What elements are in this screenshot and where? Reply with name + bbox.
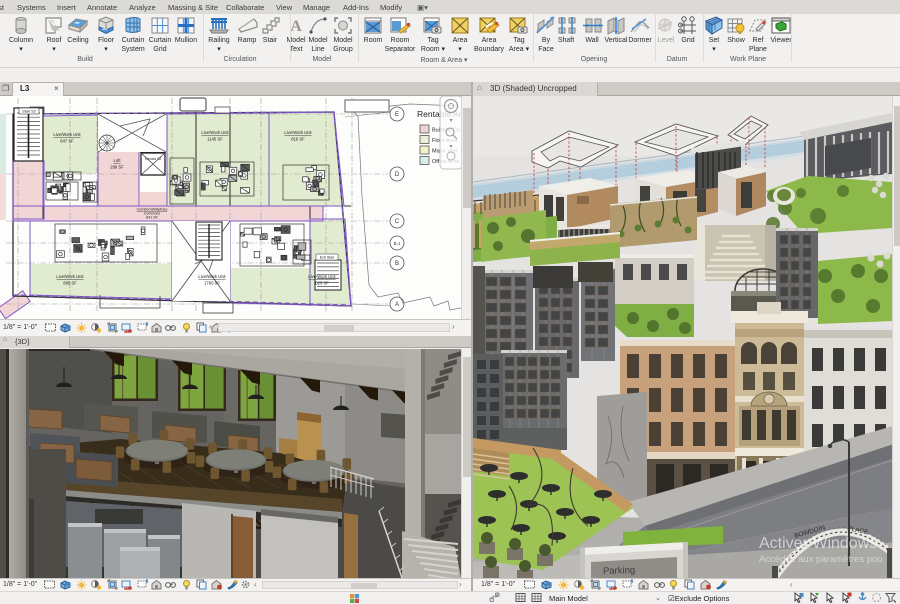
svg-text:C: C — [395, 219, 400, 225]
svg-text:Live/Work Unit: Live/Work Unit — [284, 130, 312, 135]
svg-text:Exit Stair: Exit Stair — [320, 256, 335, 260]
svg-text:816 SF: 816 SF — [291, 137, 305, 142]
svg-text:B: B — [395, 261, 399, 267]
svg-text:Loft: Loft — [114, 158, 122, 163]
svg-text:647 SF: 647 SF — [60, 139, 74, 144]
svg-text:Accédez aux paramètres pou: Accédez aux paramètres pou — [759, 554, 883, 565]
svg-text:Parking: Parking — [603, 565, 636, 577]
svg-text:1760 SF: 1760 SF — [204, 281, 220, 286]
svg-text:Live/Work Unit: Live/Work Unit — [198, 274, 226, 279]
svg-text:Live/Work Unit: Live/Work Unit — [308, 274, 336, 279]
svg-text:A: A — [395, 302, 399, 308]
svg-text:Stair S2: Stair S2 — [22, 110, 36, 114]
svg-text:▾: ▾ — [449, 118, 452, 124]
svg-text:▾: ▾ — [449, 144, 452, 150]
svg-text:623 SF: 623 SF — [315, 281, 329, 286]
svg-text:1145 SF: 1145 SF — [207, 137, 223, 142]
svg-text:841 SF: 841 SF — [146, 216, 158, 220]
svg-text:Live/Work Unit: Live/Work Unit — [56, 274, 84, 279]
svg-text:D: D — [395, 172, 400, 178]
svg-text:A: A — [290, 18, 302, 35]
svg-text:Activer Windows: Activer Windows — [759, 535, 877, 552]
svg-text:Live/Work Unit: Live/Work Unit — [201, 130, 229, 135]
svg-text:B.1: B.1 — [394, 241, 401, 246]
svg-text:Elevator S2: Elevator S2 — [145, 157, 162, 161]
svg-text:299 SF: 299 SF — [110, 165, 124, 170]
svg-text:885 SF: 885 SF — [63, 281, 77, 286]
svg-text:Live/Work Unit: Live/Work Unit — [53, 132, 81, 137]
svg-text:E: E — [395, 112, 399, 118]
